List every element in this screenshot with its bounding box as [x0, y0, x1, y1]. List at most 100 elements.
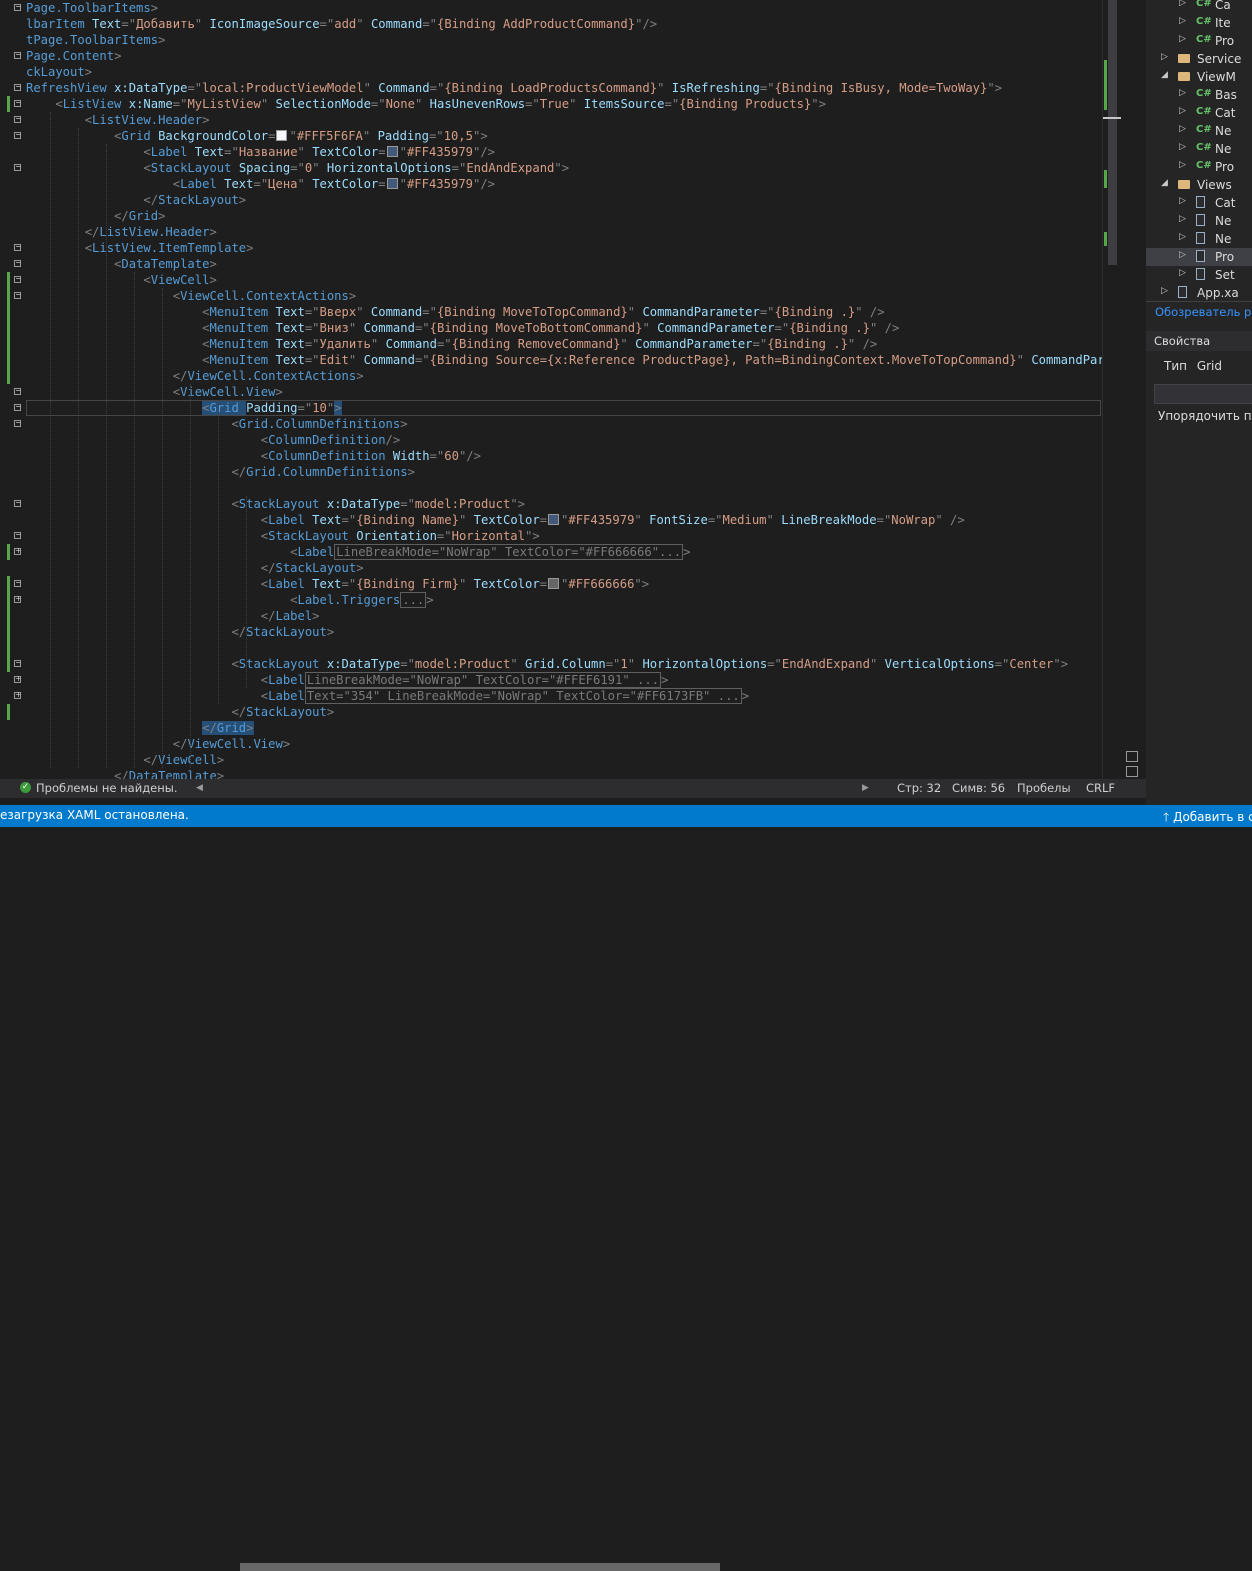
problems-status[interactable]: Проблемы не найдены.: [36, 781, 177, 795]
code-line[interactable]: <MenuItem Text="Вверх" Command="{Binding…: [26, 304, 885, 320]
code-line[interactable]: <MenuItem Text="Вниз" Command="{Binding …: [26, 320, 899, 336]
tree-item[interactable]: ◢ Views: [1146, 176, 1252, 194]
expand-icon[interactable]: [14, 676, 21, 683]
code-line[interactable]: <ColumnDefinition Width="60"/>: [26, 448, 481, 464]
code-line[interactable]: Page.Content>: [26, 48, 121, 64]
tree-item[interactable]: ▷ C# Pro: [1146, 32, 1252, 50]
xaml-editor[interactable]: Page.ToolbarItems>lbarItem Text="Добавит…: [0, 0, 1102, 779]
collapse-arrow-icon[interactable]: ◢: [1161, 178, 1168, 188]
collapse-pane-icon[interactable]: [1126, 766, 1138, 777]
split-editor-icon[interactable]: [1126, 751, 1138, 762]
tree-item[interactable]: ▷ Pro: [1146, 248, 1252, 266]
tree-item[interactable]: ▷ C# Pro: [1146, 158, 1252, 176]
code-line[interactable]: </StackLayout>: [26, 624, 334, 640]
collapse-icon[interactable]: [14, 132, 21, 139]
code-line[interactable]: </ViewCell.ContextActions>: [26, 368, 364, 384]
code-line[interactable]: <DataTemplate>: [26, 256, 217, 272]
tree-item[interactable]: ▷ C# Ne: [1146, 122, 1252, 140]
code-line[interactable]: </DataTemplate>: [26, 768, 224, 779]
collapse-icon[interactable]: [14, 4, 21, 11]
tree-item[interactable]: ▷ C# Ne: [1146, 140, 1252, 158]
collapse-icon[interactable]: [14, 100, 21, 107]
color-swatch[interactable]: [386, 178, 398, 189]
line-ending-indicator[interactable]: CRLF: [1086, 781, 1115, 795]
collapsed-region[interactable]: Text="354" LineBreakMode="NoWrap" TextCo…: [304, 688, 742, 704]
collapse-icon[interactable]: [14, 52, 21, 59]
code-line[interactable]: <StackLayout x:DataType="model:Product" …: [26, 656, 1068, 672]
expand-icon[interactable]: [14, 692, 21, 699]
tree-item[interactable]: ▷ C# Ca: [1146, 0, 1252, 14]
expand-arrow-icon[interactable]: ▷: [1161, 52, 1168, 62]
line-indicator[interactable]: Стр: 32: [897, 781, 941, 795]
tree-item[interactable]: ▷ Cat: [1146, 194, 1252, 212]
code-line[interactable]: <ListView.Header>: [26, 112, 210, 128]
solution-explorer-tab[interactable]: Обозреватель реш: [1146, 301, 1252, 322]
tree-item[interactable]: ▷ C# Ite: [1146, 14, 1252, 32]
code-line[interactable]: </Grid>: [26, 720, 254, 736]
vertical-scrollbar-thumb[interactable]: [1108, 0, 1117, 265]
color-swatch[interactable]: [548, 578, 560, 589]
tree-item[interactable]: ▷ Set: [1146, 266, 1252, 284]
tree-item[interactable]: ▷ Service: [1146, 50, 1252, 68]
expand-arrow-icon[interactable]: ▷: [1179, 16, 1186, 26]
expand-arrow-icon[interactable]: ▷: [1179, 214, 1186, 224]
expand-arrow-icon[interactable]: ▷: [1179, 250, 1186, 260]
code-line[interactable]: <ViewCell>: [26, 272, 216, 288]
code-line[interactable]: <Grid BackgroundColor= "#FFF5F6FA" Paddin…: [26, 128, 488, 144]
collapse-icon[interactable]: [14, 580, 21, 587]
expand-arrow-icon[interactable]: ▷: [1179, 232, 1186, 242]
code-line[interactable]: lbarItem Text="Добавить" IconImageSource…: [26, 16, 657, 32]
code-line[interactable]: Page.ToolbarItems>: [26, 0, 158, 16]
code-line[interactable]: </StackLayout>: [26, 704, 334, 720]
expand-arrow-icon[interactable]: ▷: [1179, 196, 1186, 206]
code-line[interactable]: </ViewCell.View>: [26, 736, 290, 752]
code-line[interactable]: <ViewCell.View>: [26, 384, 283, 400]
code-line[interactable]: <Label Text="{Binding Name}" TextColor= "…: [26, 512, 965, 528]
code-line[interactable]: </Grid.ColumnDefinitions>: [26, 464, 414, 480]
collapse-icon[interactable]: [14, 164, 21, 171]
code-line[interactable]: <MenuItem Text="Edit" Command="{Binding …: [26, 352, 1102, 368]
collapse-icon[interactable]: [14, 116, 21, 123]
column-indicator[interactable]: Симв: 56: [952, 781, 1005, 795]
code-line[interactable]: <ColumnDefinition/>: [26, 432, 400, 448]
collapsed-region[interactable]: LineBreakMode="NoWrap" TextColor="#FF666…: [334, 544, 684, 560]
collapse-arrow-icon[interactable]: ◢: [1161, 70, 1168, 80]
code-line[interactable]: </ListView.Header>: [26, 224, 217, 240]
code-line[interactable]: <MenuItem Text="Удалить" Command="{Bindi…: [26, 336, 877, 352]
tree-item[interactable]: ▷ C# Cat: [1146, 104, 1252, 122]
collapse-icon[interactable]: [14, 260, 21, 267]
vertical-scrollbar[interactable]: [1102, 0, 1121, 779]
add-to-source-control[interactable]: 🡑 Добавить в с: [1163, 808, 1252, 829]
collapse-icon[interactable]: [14, 532, 21, 539]
collapse-icon[interactable]: [14, 404, 21, 411]
color-swatch[interactable]: [386, 146, 398, 157]
tree-item[interactable]: ◢ ViewM: [1146, 68, 1252, 86]
collapse-icon[interactable]: [14, 292, 21, 299]
collapse-icon[interactable]: [14, 420, 21, 427]
color-swatch[interactable]: [548, 514, 560, 525]
code-line[interactable]: <StackLayout x:DataType="model:Product">: [26, 496, 525, 512]
code-line[interactable]: <ListView.ItemTemplate>: [26, 240, 254, 256]
expand-arrow-icon[interactable]: ▷: [1179, 142, 1186, 152]
whitespace-indicator[interactable]: Пробелы: [1017, 781, 1071, 795]
collapse-icon[interactable]: [14, 276, 21, 283]
code-line[interactable]: <ViewCell.ContextActions>: [26, 288, 356, 304]
scroll-left-icon[interactable]: ◀: [196, 783, 203, 793]
horizontal-scrollbar-thumb[interactable]: [240, 1563, 720, 1571]
collapsed-region[interactable]: ...: [400, 592, 427, 608]
code-line[interactable]: <Label LineBreakMode="NoWrap" TextColor="…: [26, 672, 668, 688]
code-line[interactable]: </Grid>: [26, 208, 165, 224]
code-line[interactable]: <Label Text="{Binding Firm}" TextColor= "…: [26, 576, 649, 592]
scroll-right-icon[interactable]: ▶: [862, 783, 869, 793]
collapse-icon[interactable]: [14, 84, 21, 91]
expand-icon[interactable]: [14, 596, 21, 603]
code-line[interactable]: <StackLayout Spacing="0" HorizontalOptio…: [26, 160, 569, 176]
code-line[interactable]: <Label Text="Название" TextColor= "#FF435…: [26, 144, 495, 160]
code-line[interactable]: <Grid.ColumnDefinitions>: [26, 416, 407, 432]
collapsed-region[interactable]: LineBreakMode="NoWrap" TextColor="#FFEF6…: [304, 672, 662, 688]
tree-item[interactable]: ▷ App.xa: [1146, 284, 1252, 302]
expand-arrow-icon[interactable]: ▷: [1179, 88, 1186, 98]
tree-item[interactable]: ▷ C# Bas: [1146, 86, 1252, 104]
expand-arrow-icon[interactable]: ▷: [1179, 106, 1186, 116]
properties-search-input[interactable]: [1154, 384, 1252, 404]
